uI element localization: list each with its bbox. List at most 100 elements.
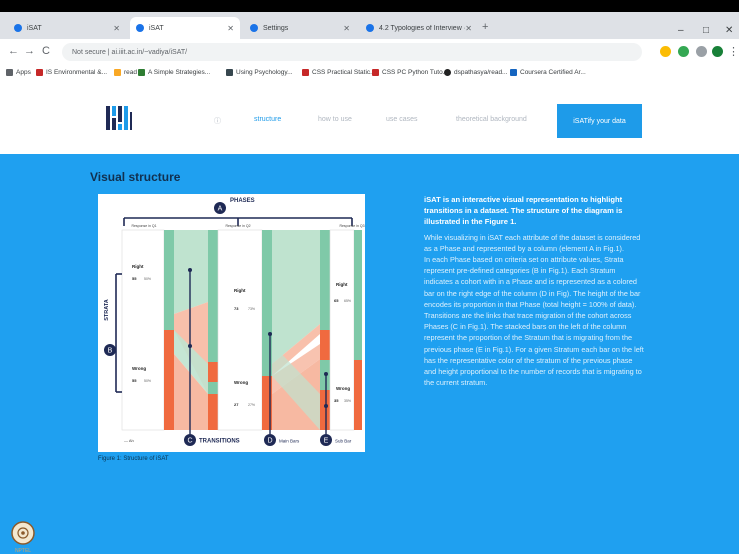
isatify-data-button[interactable]: iSATify your data	[557, 104, 642, 138]
close-tab-icon[interactable]: ✕	[465, 24, 472, 33]
visual-structure-section: Visual structure A PHASES Response in Q1…	[0, 154, 739, 554]
section-title: Visual structure	[90, 170, 181, 184]
bookmark-item[interactable]: read	[114, 69, 137, 76]
tab-label: iSAT	[27, 24, 42, 32]
marker-a: A	[218, 206, 223, 213]
stratum-bar-right	[164, 230, 174, 330]
body-paragraph: Transitions are the links that trace mig…	[424, 311, 644, 388]
sub-bar	[320, 330, 330, 360]
stratum-percent: 50%	[144, 277, 151, 281]
body-paragraph: In each Phase based on criteria set on a…	[424, 255, 641, 309]
nptel-text: NPTEL	[15, 548, 31, 554]
stratum-value: 55	[132, 276, 137, 281]
bookmark-item[interactable]: Apps	[6, 69, 31, 76]
sub-bar	[208, 382, 218, 394]
bookmark-item[interactable]: dspathasya/read...	[444, 69, 507, 76]
nav-link-how-to-use[interactable]: how to use	[318, 116, 352, 123]
tab-label: iSAT	[149, 24, 164, 32]
site-favicon-icon	[14, 24, 22, 32]
stratum-value: 35	[334, 398, 339, 403]
isat-structure-figure: A PHASES Response in Q1 Response in Q2 R…	[98, 194, 365, 452]
back-button[interactable]: ←	[8, 45, 19, 57]
stratum-label: Wrong	[336, 386, 350, 391]
close-window-button[interactable]: ✕	[725, 25, 733, 36]
close-tab-icon[interactable]: ✕	[113, 24, 120, 33]
bookmark-item[interactable]: Coursera Certified Ar...	[510, 69, 586, 76]
marker-b: B	[108, 348, 113, 355]
nav-link-structure[interactable]: structure	[254, 116, 281, 123]
extension-icon[interactable]	[696, 46, 707, 57]
nav-link-use-cases[interactable]: use cases	[386, 116, 418, 123]
browser-tab[interactable]: iSAT ✕	[8, 17, 126, 39]
bookmark-item[interactable]: CSS Practical Static...	[302, 69, 376, 76]
bookmark-icon	[302, 69, 309, 76]
site-favicon-icon	[136, 24, 144, 32]
tab-label: Settings	[263, 24, 289, 32]
strata-label: STRATA	[104, 299, 110, 321]
minimize-button[interactable]: –	[678, 25, 684, 36]
reload-button[interactable]: C	[42, 45, 50, 57]
bookmark-icon	[226, 69, 233, 76]
extension-icon[interactable]	[678, 46, 689, 57]
stratum-percent: 73%	[248, 307, 255, 311]
screen-top-edge	[0, 0, 739, 12]
new-tab-button[interactable]: +	[482, 21, 488, 33]
browser-tab[interactable]: Settings ✕	[244, 17, 356, 39]
stratum-percent: 65%	[344, 299, 351, 303]
stratum-label: Right	[336, 282, 348, 287]
stratum-label: Right	[132, 264, 144, 269]
isat-logo[interactable]	[105, 104, 133, 132]
stratum-percent: 35%	[344, 399, 351, 403]
sub-bar	[320, 390, 330, 430]
phases-label: PHASES	[230, 198, 255, 204]
stratum-percent: 50%	[144, 379, 151, 383]
sub-bar	[208, 230, 218, 362]
nav-link-theoretical-background[interactable]: theoretical background	[456, 116, 527, 123]
transitions-label: TRANSITIONS	[199, 439, 240, 445]
bookmark-icon	[372, 69, 379, 76]
maximize-button[interactable]: □	[703, 25, 709, 36]
stratum-label: Right	[234, 288, 246, 293]
browser-tab[interactable]: 4.2 Typologies of Interview · Co... ✕	[360, 17, 478, 39]
close-tab-icon[interactable]: ✕	[343, 24, 350, 33]
settings-favicon-icon	[250, 24, 258, 32]
sub-bar	[208, 362, 218, 382]
browser-toolbar: ← → C Not secure | ai.iiit.ac.in/~vadiya…	[0, 39, 739, 66]
bookmark-item[interactable]: Using Psychology...	[226, 69, 293, 76]
folder-icon	[114, 69, 121, 76]
close-tab-icon[interactable]: ✕	[227, 24, 234, 33]
sub-bar	[208, 394, 218, 430]
profile-avatar[interactable]	[712, 46, 723, 57]
figure-caption: Figure 1: Structure of iSAT	[98, 456, 169, 462]
address-bar[interactable]: Not secure | ai.iiit.ac.in/~vadiya/iSAT/	[62, 43, 642, 61]
bookmark-item[interactable]: A Simple Strategies...	[138, 69, 210, 76]
marker-d: D	[267, 438, 272, 445]
stratum-value: 27	[234, 402, 239, 407]
github-icon	[444, 69, 451, 76]
bookmark-item[interactable]: CSS PC Python Tuto...	[372, 69, 448, 76]
figure-diagram: A PHASES Response in Q1 Response in Q2 R…	[104, 198, 365, 446]
intro-paragraph: iSAT is an interactive visual representa…	[424, 195, 623, 227]
bookmark-icon	[36, 69, 43, 76]
main-bars-label: Main Bars	[279, 439, 300, 444]
bookmark-item[interactable]: IS Environmental &...	[36, 69, 107, 76]
stratum-label: Wrong	[234, 380, 248, 385]
menu-icon[interactable]: ⋮	[728, 45, 739, 58]
info-icon[interactable]: ⓘ	[214, 116, 221, 126]
figure-footnote: — Ah	[124, 438, 134, 443]
extension-icon[interactable]	[660, 46, 671, 57]
apps-icon	[6, 69, 13, 76]
stratum-value: 55	[132, 378, 137, 383]
browser-tab-active[interactable]: iSAT ✕	[130, 17, 240, 39]
bookmark-icon	[510, 69, 517, 76]
bookmark-icon	[138, 69, 145, 76]
column-header: Response in Q3	[339, 224, 364, 228]
stratum-value: 73	[234, 306, 239, 311]
nptel-logo: NPTEL	[11, 521, 35, 554]
stratum-bar-wrong	[354, 360, 362, 430]
stratum-percent: 27%	[248, 403, 255, 407]
stratum-label: Wrong	[132, 366, 146, 371]
description-text: iSAT is an interactive visual representa…	[424, 194, 646, 388]
screen: iSAT ✕ iSAT ✕ Settings ✕ 4.2 Typologies …	[0, 0, 739, 554]
forward-button[interactable]: →	[24, 45, 35, 57]
